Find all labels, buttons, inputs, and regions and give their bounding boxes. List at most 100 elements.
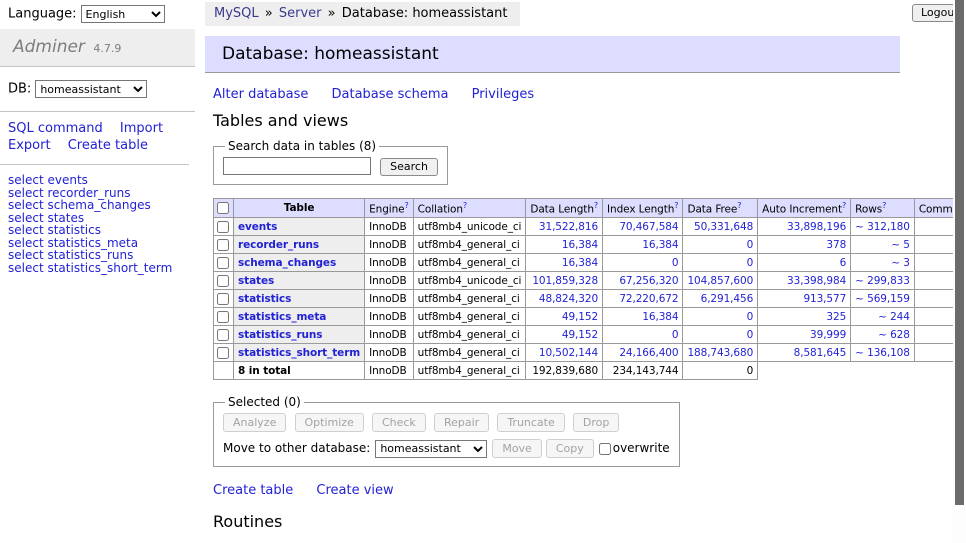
search-button[interactable]: Search xyxy=(380,158,438,176)
index-length-link[interactable]: 0 xyxy=(672,257,679,269)
data-free-link[interactable]: 50,331,648 xyxy=(694,221,753,233)
action-link-alter-database[interactable]: Alter database xyxy=(213,87,308,102)
table-name-link[interactable]: states xyxy=(238,275,274,287)
bulk-button-check[interactable]: Check xyxy=(372,413,426,432)
menu-link-export[interactable]: Export xyxy=(8,138,51,153)
data-free-link[interactable]: 0 xyxy=(747,239,754,251)
sidebar-table-link-select-statistics-short-term[interactable]: select statistics_short_term xyxy=(8,262,195,275)
index-length-link[interactable]: 16,384 xyxy=(642,239,678,251)
help-link[interactable]: ? xyxy=(405,201,409,210)
data-free-link[interactable]: 0 xyxy=(747,257,754,269)
table-name-link[interactable]: recorder_runs xyxy=(238,239,319,251)
index-length-link[interactable]: 67,256,320 xyxy=(619,275,678,287)
app-name[interactable]: Adminer xyxy=(13,37,85,57)
auto-increment-link[interactable]: 33,398,984 xyxy=(787,275,846,287)
index-length-link[interactable]: 16,384 xyxy=(642,311,678,323)
bulk-button-repair[interactable]: Repair xyxy=(434,413,489,432)
table-name-link[interactable]: statistics_runs xyxy=(238,329,322,341)
data-length-link[interactable]: 101,859,328 xyxy=(532,275,598,287)
breadcrumb-link-server[interactable]: Server xyxy=(279,6,322,21)
action-link-database-schema[interactable]: Database schema xyxy=(332,87,449,102)
table-name-cell: recorder_runs xyxy=(234,236,365,254)
auto-increment-link[interactable]: 8,581,645 xyxy=(794,347,847,359)
data-free-link[interactable]: 6,291,456 xyxy=(701,293,754,305)
sidebar-table-link-select-statistics-runs[interactable]: select statistics_runs xyxy=(8,249,195,262)
index-length-link[interactable]: 70,467,584 xyxy=(619,221,678,233)
sidebar-table-link-select-events[interactable]: select events xyxy=(8,174,195,187)
menu-link-create-table[interactable]: Create table xyxy=(68,138,148,153)
sidebar-table-link-select-schema-changes[interactable]: select schema_changes xyxy=(8,199,195,212)
row-checkbox[interactable] xyxy=(217,293,229,305)
auto-increment-link[interactable]: 913,577 xyxy=(803,293,846,305)
db-select[interactable]: homeassistant xyxy=(35,80,147,98)
row-checkbox[interactable] xyxy=(217,257,229,269)
rows-count-link[interactable]: ~ 569,159 xyxy=(855,293,910,305)
rows-count-link[interactable]: ~ 136,108 xyxy=(855,347,910,359)
auto-increment-link[interactable]: 378 xyxy=(826,239,846,251)
index-length-link[interactable]: 72,220,672 xyxy=(619,293,678,305)
rows-count-link[interactable]: ~ 312,180 xyxy=(855,221,910,233)
vertical-scrollbar[interactable] xyxy=(953,0,966,543)
overwrite-checkbox[interactable] xyxy=(599,443,611,455)
move-db-select[interactable]: homeassistant xyxy=(375,440,487,458)
data-length-link[interactable]: 10,502,144 xyxy=(539,347,598,359)
rows-count-link[interactable]: ~ 244 xyxy=(878,311,910,323)
data-length-link[interactable]: 49,152 xyxy=(562,311,598,323)
help-link[interactable]: ? xyxy=(463,201,467,210)
app-version: 4.7.9 xyxy=(93,42,121,55)
search-input[interactable] xyxy=(223,157,371,175)
rows-count-link[interactable]: ~ 628 xyxy=(878,329,910,341)
row-checkbox[interactable] xyxy=(217,311,229,323)
help-link[interactable]: ? xyxy=(594,201,598,210)
row-checkbox[interactable] xyxy=(217,275,229,287)
action-link-privileges[interactable]: Privileges xyxy=(472,87,535,102)
move-label: Move to other database: xyxy=(223,441,370,455)
auto-increment-link[interactable]: 325 xyxy=(826,311,846,323)
bulk-button-optimize[interactable]: Optimize xyxy=(295,413,364,432)
data-length-link[interactable]: 48,824,320 xyxy=(539,293,598,305)
data-free-link[interactable]: 0 xyxy=(747,329,754,341)
sidebar-table-link-select-statistics[interactable]: select statistics xyxy=(8,224,195,237)
table-name-link[interactable]: events xyxy=(238,221,277,233)
scrollbar-thumb[interactable] xyxy=(955,0,964,505)
bulk-button-truncate[interactable]: Truncate xyxy=(497,413,564,432)
table-name-link[interactable]: statistics_short_term xyxy=(238,347,360,359)
index-length-link[interactable]: 24,166,400 xyxy=(619,347,678,359)
auto-increment-link[interactable]: 33,898,196 xyxy=(787,221,846,233)
help-link[interactable]: ? xyxy=(842,201,846,210)
create-link-create-table[interactable]: Create table xyxy=(213,483,293,498)
data-free-link[interactable]: 0 xyxy=(747,311,754,323)
auto-increment-link[interactable]: 39,999 xyxy=(810,329,846,341)
data-length-link[interactable]: 16,384 xyxy=(562,257,598,269)
copy-button[interactable]: Copy xyxy=(546,439,594,458)
data-length-link[interactable]: 31,522,816 xyxy=(539,221,598,233)
data-length-link[interactable]: 49,152 xyxy=(562,329,598,341)
help-link[interactable]: ? xyxy=(737,201,741,210)
create-link-create-view[interactable]: Create view xyxy=(316,483,393,498)
table-name-link[interactable]: statistics xyxy=(238,293,291,305)
data-free-link[interactable]: 188,743,680 xyxy=(687,347,753,359)
index-length-link[interactable]: 0 xyxy=(672,329,679,341)
menu-link-import[interactable]: Import xyxy=(120,121,163,136)
row-checkbox[interactable] xyxy=(217,347,229,359)
table-name-link[interactable]: statistics_meta xyxy=(238,311,326,323)
breadcrumb-link-mysql[interactable]: MySQL xyxy=(214,6,259,21)
bulk-button-drop[interactable]: Drop xyxy=(573,413,619,432)
table-name-link[interactable]: schema_changes xyxy=(238,257,336,269)
language-select[interactable]: English xyxy=(81,5,165,23)
row-checkbox[interactable] xyxy=(217,221,229,233)
rows-count-link[interactable]: ~ 299,833 xyxy=(855,275,910,287)
data-length-link[interactable]: 16,384 xyxy=(562,239,598,251)
row-checkbox[interactable] xyxy=(217,329,229,341)
select-all-checkbox[interactable] xyxy=(217,202,229,214)
rows-count-link[interactable]: ~ 3 xyxy=(891,257,910,269)
auto-increment-link[interactable]: 6 xyxy=(840,257,847,269)
help-link[interactable]: ? xyxy=(882,201,886,210)
help-link[interactable]: ? xyxy=(674,201,678,210)
menu-link-sql-command[interactable]: SQL command xyxy=(8,121,103,136)
data-free-link[interactable]: 104,857,600 xyxy=(687,275,753,287)
move-button[interactable]: Move xyxy=(492,439,542,458)
row-checkbox[interactable] xyxy=(217,239,229,251)
rows-count-link[interactable]: ~ 5 xyxy=(891,239,910,251)
bulk-button-analyze[interactable]: Analyze xyxy=(223,413,286,432)
